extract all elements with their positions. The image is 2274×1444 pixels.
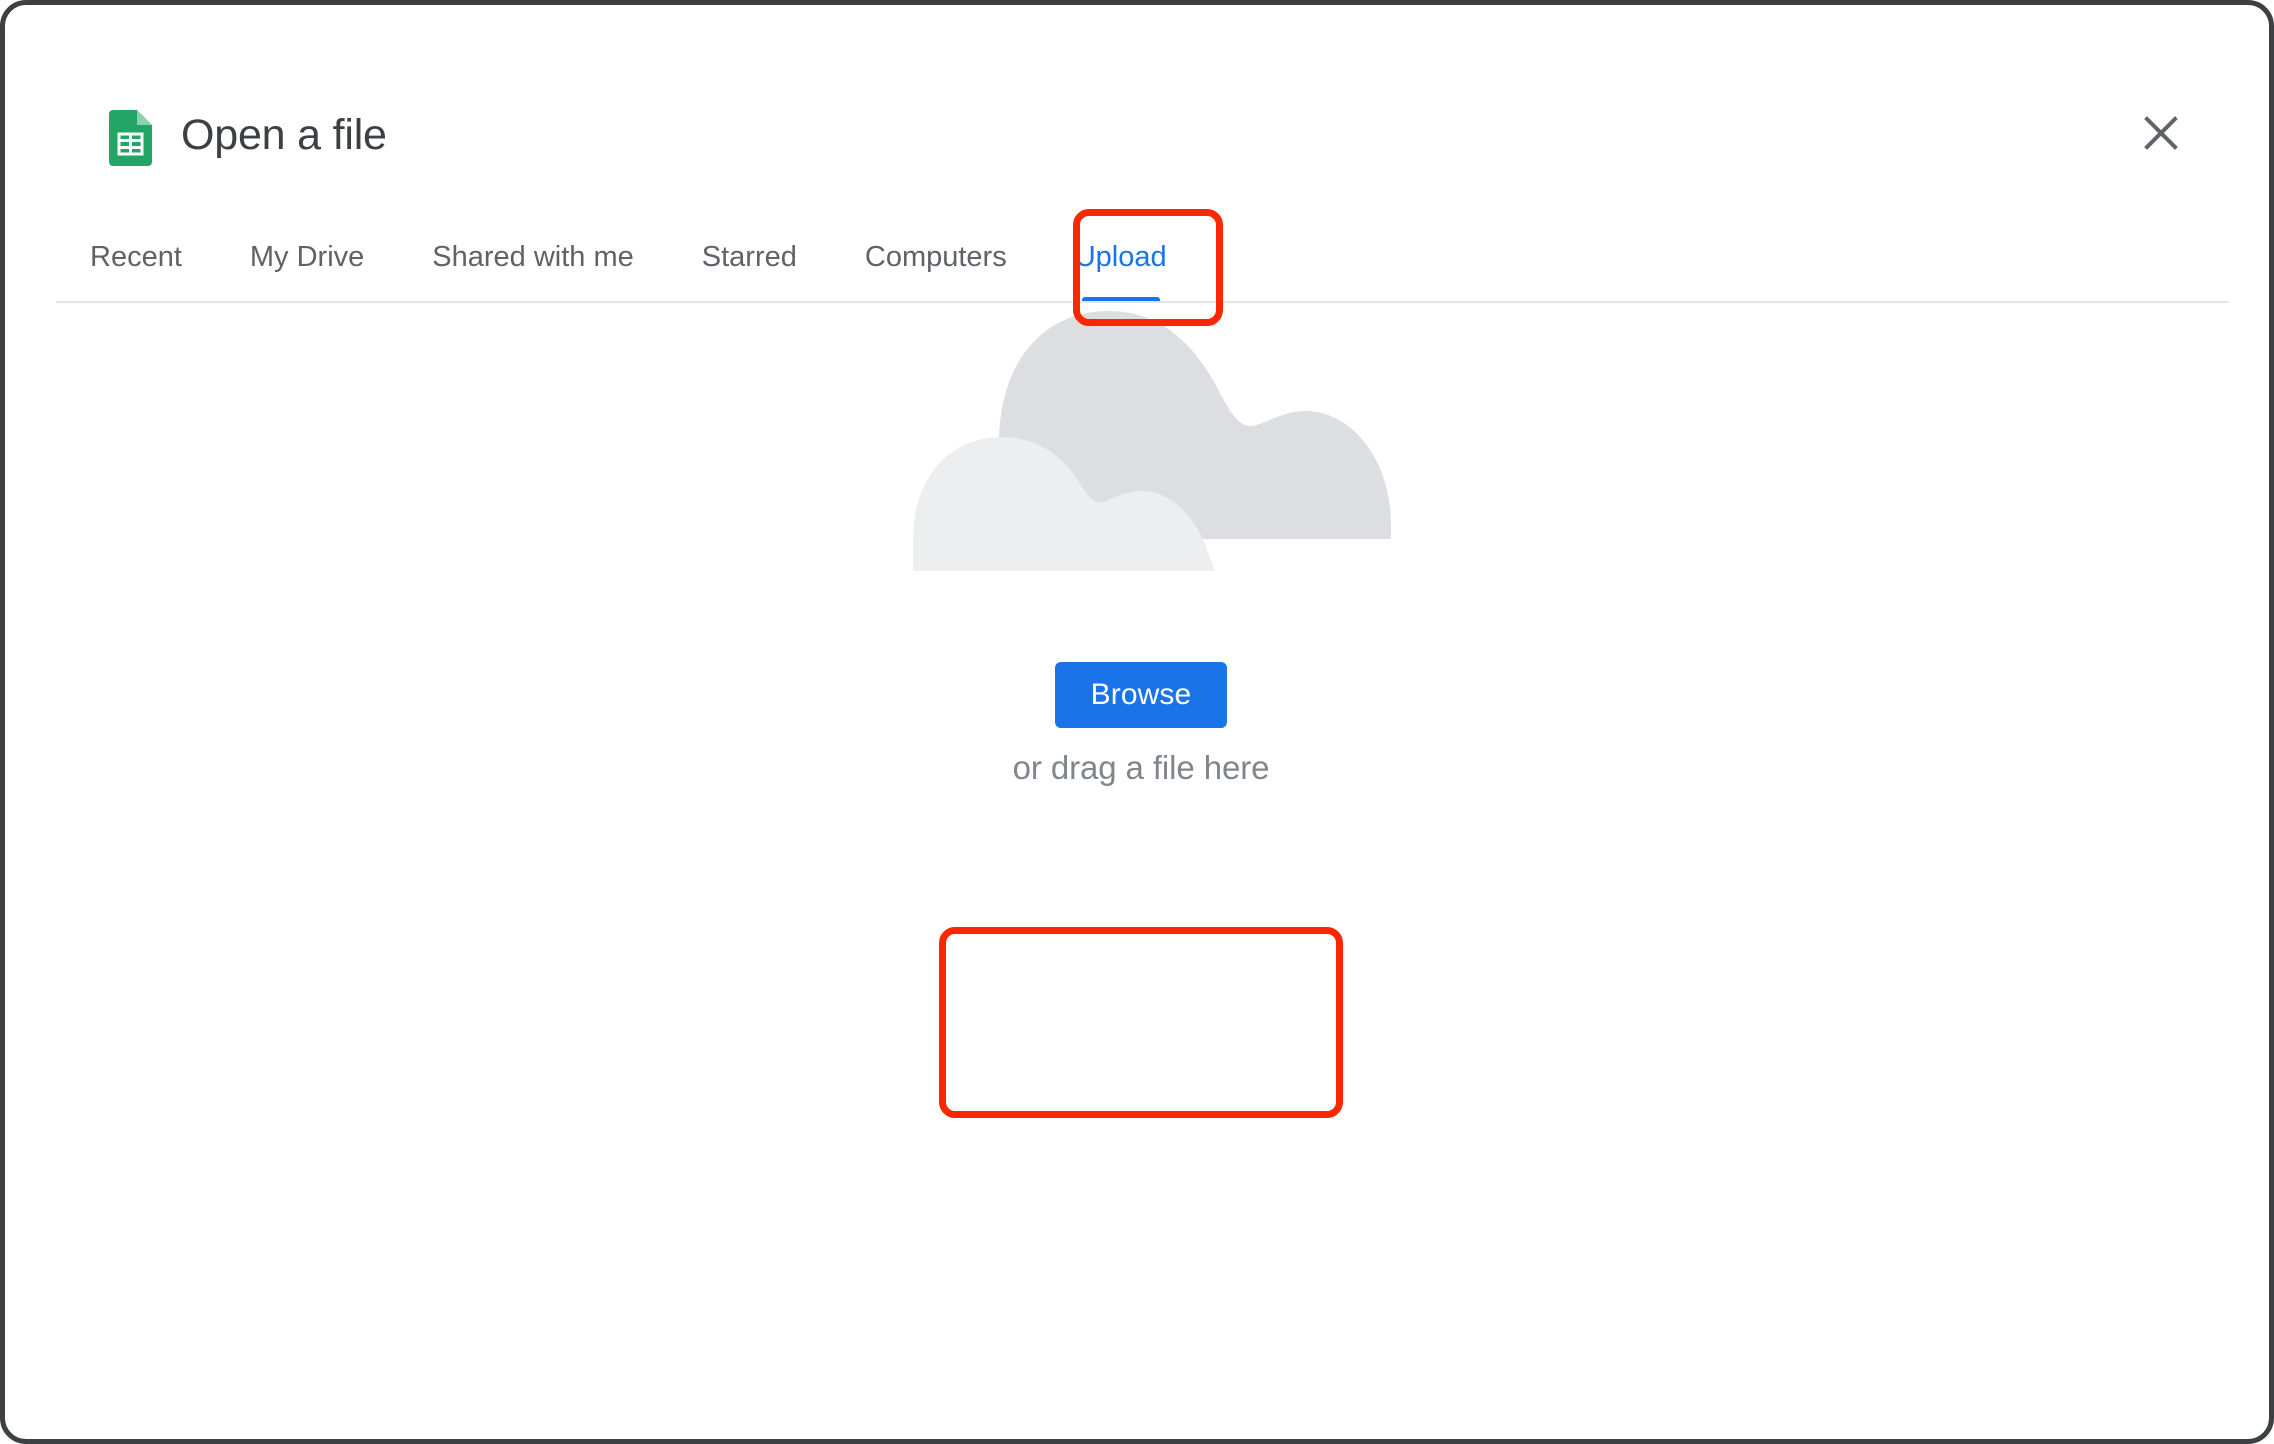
- tab-recent[interactable]: Recent: [56, 211, 216, 303]
- drag-file-hint: or drag a file here: [1012, 748, 1270, 786]
- tab-strip: Recent My Drive Shared with me Starred C…: [5, 211, 2269, 303]
- tab-label: Starred: [701, 240, 797, 273]
- browse-button[interactable]: Browse: [1054, 661, 1228, 728]
- open-a-file-dialog: Open a file Recent My Drive Shared with …: [0, 0, 2274, 1444]
- google-sheets-icon: [109, 110, 152, 166]
- page-title: Open a file: [181, 111, 387, 159]
- tab-starred[interactable]: Starred: [668, 211, 831, 303]
- cloud-illustration: [891, 303, 1391, 573]
- tab-shared-with-me[interactable]: Shared with me: [398, 211, 668, 303]
- tab-label: Upload: [1074, 240, 1167, 273]
- tab-label: Recent: [90, 240, 182, 273]
- tab-label: Computers: [864, 240, 1007, 273]
- tab-label: Shared with me: [432, 240, 634, 273]
- tab-list: Recent My Drive Shared with me Starred C…: [56, 211, 1201, 303]
- dialog-header: Open a file: [5, 5, 2269, 211]
- file-drop-target[interactable]: Browse or drag a file here: [939, 629, 1343, 819]
- close-icon: [2144, 115, 2178, 155]
- tab-upload[interactable]: Upload: [1041, 211, 1201, 303]
- tab-my-drive[interactable]: My Drive: [216, 211, 398, 303]
- close-button[interactable]: [2127, 101, 2195, 169]
- tab-label: My Drive: [249, 240, 365, 273]
- tab-computers[interactable]: Computers: [831, 211, 1041, 303]
